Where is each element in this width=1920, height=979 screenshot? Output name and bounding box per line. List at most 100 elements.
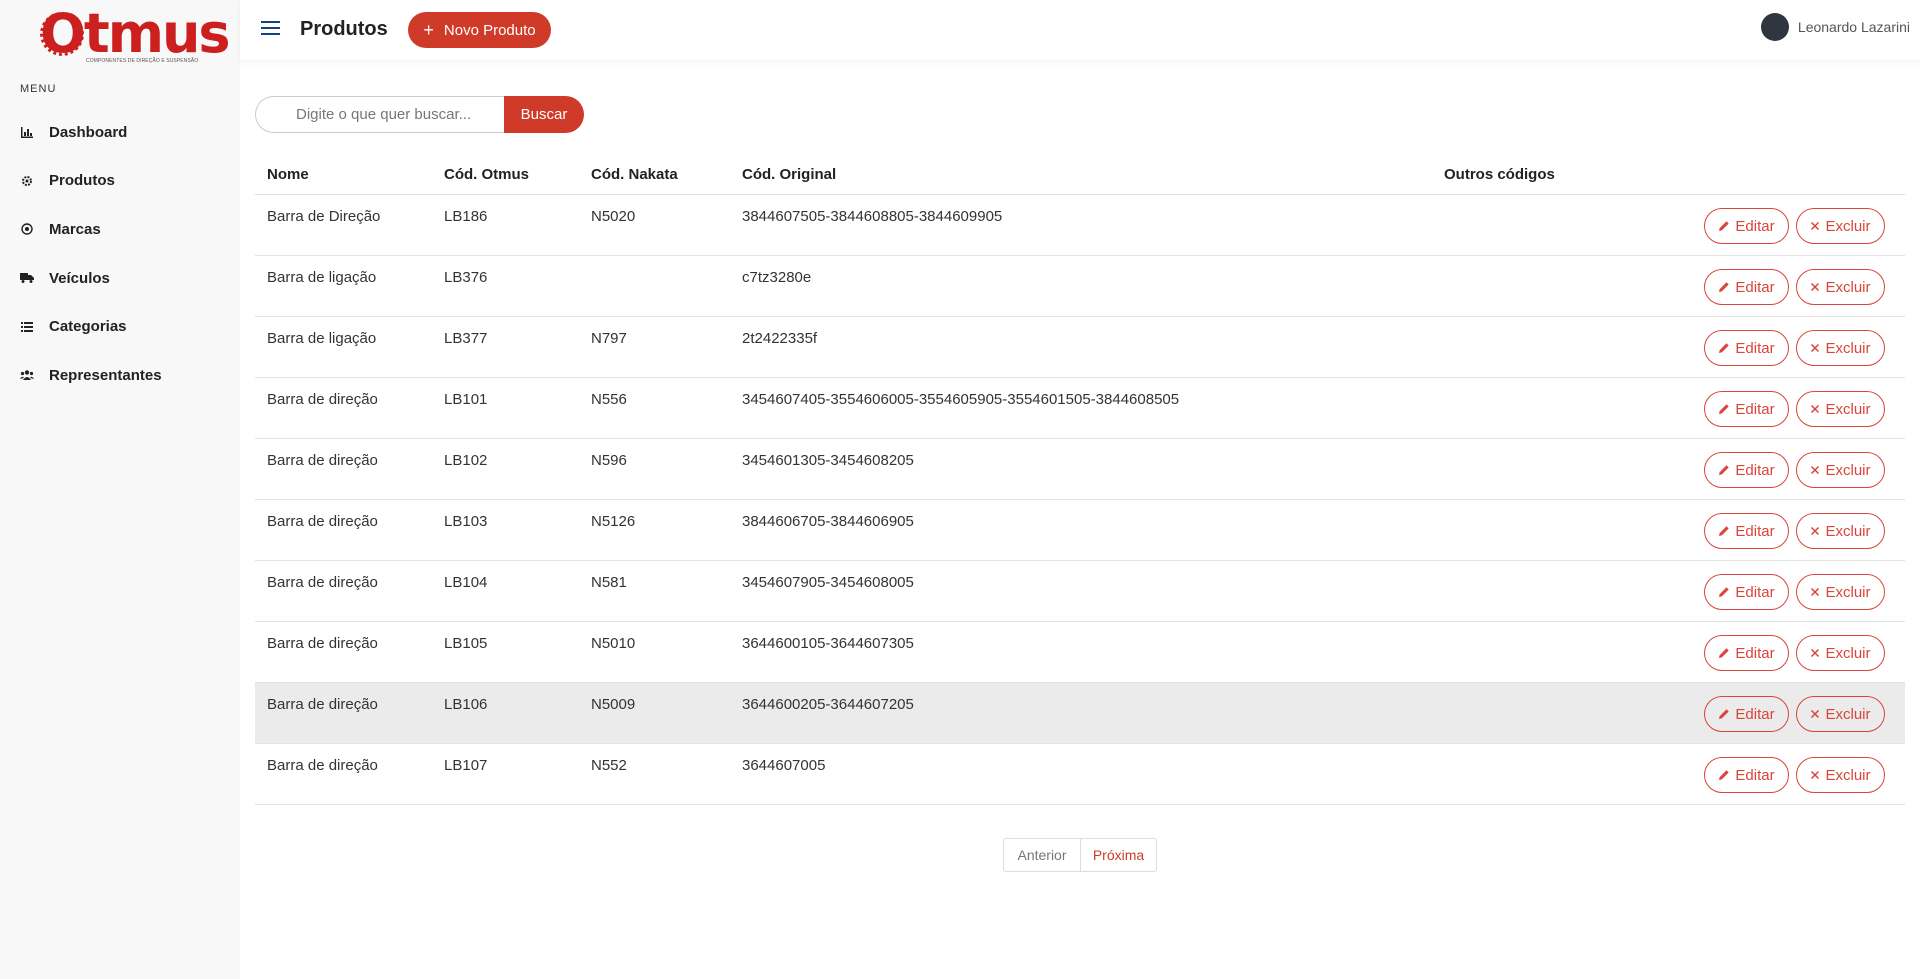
edit-button[interactable]: Editar [1704,391,1789,427]
sidebar-item-categorias[interactable]: Categorias [0,302,240,351]
cell-cod-otmus: LB376 [444,269,488,286]
users-icon [20,368,34,382]
brand-tagline: COMPONENTES DE DIREÇÃO E SUSPENSÃO [86,58,199,64]
cell-cod-original: 2t2422335f [742,330,818,347]
cell-cod-nakata: N5009 [591,696,636,713]
menu-title: MENU [20,83,57,95]
delete-button[interactable]: Excluir [1796,391,1885,427]
cell-cod-otmus: LB186 [444,208,488,225]
delete-button[interactable]: Excluir [1796,696,1885,732]
edit-label: Editar [1735,461,1775,479]
delete-button[interactable]: Excluir [1796,757,1885,793]
column-header-cod-original: Cód. Original [742,166,837,183]
edit-label: Editar [1735,766,1775,784]
close-icon [1811,404,1820,414]
cell-cod-nakata: N556 [591,391,627,408]
column-header-cod-otmus: Cód. Otmus [444,166,529,183]
edit-button[interactable]: Editar [1704,452,1789,488]
hamburger-menu-icon[interactable] [261,21,280,37]
edit-button[interactable]: Editar [1704,513,1789,549]
cell-outros-codigos [1444,622,1644,682]
close-icon [1811,221,1820,231]
delete-button[interactable]: Excluir [1796,574,1885,610]
sidebar-item-produtos[interactable]: Produtos [0,157,240,206]
cell-cod-otmus: LB103 [444,513,488,530]
close-icon [1811,282,1820,292]
pagination-prev-button[interactable]: Anterior [1003,838,1081,872]
list-icon [20,320,34,334]
row-actions: Editar Excluir [1704,452,1885,488]
sidebar-item-label: Representantes [49,366,162,384]
products-table: Nome Cód. Otmus Cód. Nakata Cód. Origina… [255,155,1905,805]
delete-label: Excluir [1825,400,1871,418]
cell-cod-otmus: LB104 [444,574,488,591]
edit-button[interactable]: Editar [1704,635,1789,671]
topbar: Produtos + Novo Produto Leonardo Lazarin… [240,0,1920,60]
table-body: Barra de Direção LB186 N5020 3844607505-384… [255,195,1905,805]
edit-label: Editar [1735,217,1775,235]
sidebar-item-label: Marcas [49,220,101,238]
delete-label: Excluir [1825,339,1871,357]
delete-button[interactable]: Excluir [1796,330,1885,366]
delete-label: Excluir [1825,522,1871,540]
brand-logo[interactable]: Otmus COMPONENTES DE DIREÇÃO E SUSPENSÃO [40,2,231,65]
edit-label: Editar [1735,583,1775,601]
delete-label: Excluir [1825,705,1871,723]
cell-nome: Barra de Direção [267,208,381,225]
pencil-icon [1719,709,1730,719]
sidebar-item-veiculos[interactable]: Veículos [0,254,240,303]
search-button[interactable]: Buscar [504,96,584,133]
sidebar-item-representantes[interactable]: Representantes [0,351,240,400]
cell-cod-nakata: N797 [591,330,627,347]
sidebar-item-marcas[interactable]: Marcas [0,205,240,254]
cell-cod-original: 3644600205-3644607205 [742,696,914,713]
edit-button[interactable]: Editar [1704,208,1789,244]
cell-nome: Barra de ligação [267,330,377,347]
pencil-icon [1719,282,1730,292]
edit-button[interactable]: Editar [1704,330,1789,366]
edit-button[interactable]: Editar [1704,757,1789,793]
user-name: Leonardo Lazarini [1797,19,1910,35]
row-actions: Editar Excluir [1704,330,1885,366]
cell-cod-otmus: LB101 [444,391,488,408]
delete-button[interactable]: Excluir [1796,513,1885,549]
edit-button[interactable]: Editar [1704,574,1789,610]
close-icon [1811,465,1820,475]
edit-button[interactable]: Editar [1704,696,1789,732]
delete-button[interactable]: Excluir [1796,269,1885,305]
edit-label: Editar [1735,339,1775,357]
close-icon [1811,648,1820,658]
cell-cod-original: 3644600105-3644607305 [742,635,914,652]
new-product-button[interactable]: + Novo Produto [408,12,551,48]
table-row: Barra de ligação LB377 N797 2t2422335f Edita… [255,317,1905,378]
pencil-icon [1719,770,1730,780]
bar-chart-icon [20,125,34,139]
cell-cod-original: 3644607005 [742,757,826,774]
sidebar-item-label: Produtos [49,172,115,190]
cell-cod-otmus: LB377 [444,330,488,347]
user-menu[interactable]: Leonardo Lazarini [1760,13,1910,41]
sidebar-item-dashboard[interactable]: Dashboard [0,108,240,157]
sidebar-nav: Dashboard Produtos Marcas Veículos Categ… [0,108,240,400]
cell-nome: Barra de direção [267,635,378,652]
search-input[interactable] [255,96,505,133]
row-actions: Editar Excluir [1704,513,1885,549]
cell-cod-nakata [591,256,742,316]
avatar[interactable] [1760,13,1789,41]
cell-outros-codigos [1444,195,1644,255]
brand-name: Otmus [40,2,231,65]
delete-button[interactable]: Excluir [1796,452,1885,488]
cell-outros-codigos [1444,256,1644,316]
delete-button[interactable]: Excluir [1796,208,1885,244]
row-actions: Editar Excluir [1704,269,1885,305]
cell-cod-nakata: N581 [591,574,627,591]
delete-label: Excluir [1825,278,1871,296]
pagination-next-button[interactable]: Próxima [1081,838,1157,872]
row-actions: Editar Excluir [1704,757,1885,793]
delete-button[interactable]: Excluir [1796,635,1885,671]
cell-cod-otmus: LB102 [444,452,488,469]
edit-button[interactable]: Editar [1704,269,1789,305]
cell-outros-codigos [1444,317,1644,377]
cell-cod-original: 3454601305-3454608205 [742,452,914,469]
cell-cod-otmus: LB105 [444,635,488,652]
